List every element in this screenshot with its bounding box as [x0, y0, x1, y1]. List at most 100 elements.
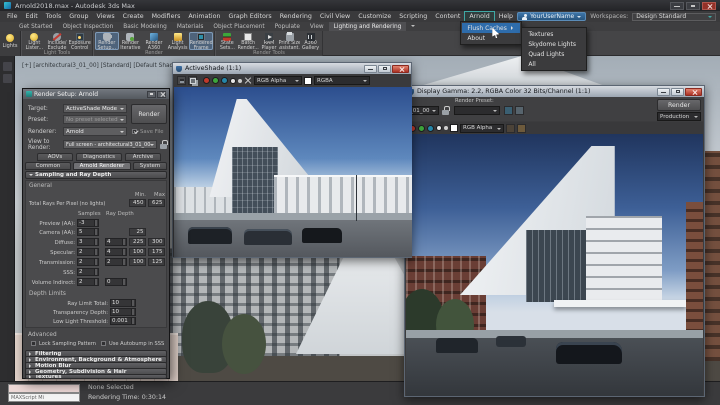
mono-channel-icon[interactable]: [230, 78, 236, 84]
menu-tools[interactable]: Tools: [42, 11, 66, 22]
rfw-preset-select[interactable]: [454, 106, 500, 115]
view-to-render-select[interactable]: Full screen - architectural3_01_00: [63, 140, 157, 149]
samples-spinner[interactable]: 2: [77, 248, 99, 256]
ribbon-tab-object-placement[interactable]: Object Placement: [208, 22, 269, 31]
ribbon-tab-lighting-rendering[interactable]: Lighting and Rendering: [329, 22, 407, 31]
batch-render-button[interactable]: Batch Render...: [238, 32, 259, 50]
ray-depth-spinner[interactable]: 2: [105, 258, 127, 266]
samples-spinner[interactable]: 3: [77, 238, 99, 246]
red-channel-icon[interactable]: [203, 77, 210, 84]
autobump-checkbox[interactable]: [101, 341, 106, 346]
copy-image-icon[interactable]: [517, 124, 526, 133]
blue-channel-icon[interactable]: [427, 125, 434, 132]
clone-image-icon[interactable]: [188, 76, 197, 85]
activeshade-maximize-button[interactable]: [378, 65, 391, 73]
app-minimize-button[interactable]: [670, 2, 684, 10]
left-toolbar-strip[interactable]: [0, 56, 15, 381]
ray-depth-spinner[interactable]: 4: [105, 238, 127, 246]
rollout-textures[interactable]: Textures: [25, 374, 167, 379]
menu-arnold[interactable]: Arnold Flush Caches About Textures Skydo…: [464, 11, 494, 22]
spinner-arrows-icon[interactable]: [94, 229, 97, 235]
render-iterative-button[interactable]: Render Iterative: [119, 32, 143, 50]
spinner-arrows-icon[interactable]: [94, 259, 97, 265]
transparency-depth-spinner[interactable]: 10: [110, 308, 136, 316]
maxscript-mini-listener[interactable]: MAXScript Mi: [8, 393, 80, 402]
rfw-render-button[interactable]: Render: [657, 99, 701, 111]
render-button[interactable]: Render: [131, 104, 167, 124]
spinner-arrows-icon[interactable]: [131, 309, 134, 315]
dialog-close-button[interactable]: [157, 91, 166, 98]
ribbon-tab-populate[interactable]: Populate: [270, 22, 305, 31]
save-image-icon[interactable]: [177, 76, 186, 85]
clear-icon[interactable]: [244, 77, 252, 85]
submenu-item-all[interactable]: All: [523, 59, 585, 69]
samples-spinner[interactable]: 2: [77, 278, 99, 286]
user-account-button[interactable]: YourUserName: [517, 12, 586, 21]
rfw-compare-icon[interactable]: [515, 106, 524, 115]
ray-limit-spinner[interactable]: 10: [110, 299, 136, 307]
app-maximize-button[interactable]: [686, 2, 700, 10]
menu-item-flush-caches[interactable]: Flush Caches: [462, 23, 520, 33]
spinner-arrows-icon[interactable]: [131, 318, 134, 324]
lock-icon[interactable]: [442, 106, 450, 115]
activeshade-close-button[interactable]: [392, 65, 409, 73]
menu-edit[interactable]: Edit: [22, 11, 42, 22]
rendered-frame-window-button[interactable]: Rendered Frame Window: [189, 32, 213, 50]
menu-file[interactable]: File: [3, 11, 22, 22]
alpha-channel-icon[interactable]: [238, 79, 242, 83]
tab-arnold-renderer[interactable]: Arnold Renderer: [73, 162, 131, 170]
lock-sampling-checkbox[interactable]: [31, 341, 36, 346]
state-sets-button[interactable]: State Sets...: [217, 32, 238, 50]
exposure-control-button[interactable]: Exposure Control: [68, 32, 91, 50]
lights-flyout-button[interactable]: Lights: [0, 31, 21, 56]
renderer-select[interactable]: Arnold: [63, 127, 127, 136]
spinner-arrows-icon[interactable]: [94, 269, 97, 275]
submenu-item-textures[interactable]: Textures: [523, 29, 585, 39]
menu-rendering[interactable]: Rendering: [276, 11, 316, 22]
menu-scripting[interactable]: Scripting: [395, 11, 431, 22]
title-bar[interactable]: Arnold2018.max - Autodesk 3ds Max: [0, 0, 720, 11]
submenu-item-quad-lights[interactable]: Quad Lights: [523, 49, 585, 59]
lock-view-icon[interactable]: [160, 140, 168, 149]
tab-archive[interactable]: Archive: [125, 153, 161, 161]
ray-depth-spinner[interactable]: 4: [105, 248, 127, 256]
menu-animation[interactable]: Animation: [184, 11, 224, 22]
menu-civil-view[interactable]: Civil View: [316, 11, 354, 22]
print-size-assistant-button[interactable]: Print Size Assistant...: [279, 32, 300, 50]
app-close-button[interactable]: [702, 2, 716, 10]
preset-select[interactable]: No preset selected: [63, 115, 127, 124]
spinner-arrows-icon[interactable]: [94, 249, 97, 255]
save-image-icon[interactable]: [506, 124, 515, 133]
rfw-snapshot-icon[interactable]: [504, 106, 513, 115]
activeshade-format-select[interactable]: RGBA: [314, 76, 370, 85]
spinner-arrows-icon[interactable]: [122, 259, 125, 265]
spinner-arrows-icon[interactable]: [131, 300, 134, 306]
samples-spinner[interactable]: 2: [77, 268, 99, 276]
rfw-minimize-button[interactable]: [657, 88, 670, 96]
mono-channel-icon[interactable]: [436, 125, 442, 131]
ribbon-expand-icon[interactable]: [406, 22, 420, 31]
blue-channel-icon[interactable]: [221, 77, 228, 84]
viewport-label[interactable]: [+] [architectural3_01_00] [Standard] [D…: [22, 63, 184, 69]
ray-depth-spinner[interactable]: 0: [105, 278, 127, 286]
ribbon-tab-basic-modeling[interactable]: Basic Modeling: [118, 22, 172, 31]
ribbon-tab-get-started[interactable]: Get Started: [14, 22, 58, 31]
dialog-maximize-button[interactable]: [147, 91, 156, 98]
strip-icon[interactable]: [3, 62, 12, 71]
menu-item-about[interactable]: About: [462, 33, 520, 43]
include-exclude-button[interactable]: Include/ Exclude: [46, 32, 69, 50]
spinner-arrows-icon[interactable]: [94, 220, 97, 226]
samples-spinner[interactable]: 5: [77, 228, 99, 236]
menu-views[interactable]: Views: [92, 11, 118, 22]
menu-group[interactable]: Group: [65, 11, 92, 22]
spinner-arrows-icon[interactable]: [122, 239, 125, 245]
rfw-mode-select[interactable]: Production: [657, 112, 701, 121]
spinner-arrows-icon[interactable]: [94, 279, 97, 285]
rfw-close-button[interactable]: [685, 88, 702, 96]
menu-modifiers[interactable]: Modifiers: [148, 11, 185, 22]
rfw-channel-select[interactable]: RGB Alpha: [460, 124, 504, 133]
ribbon-tab-object-inspection[interactable]: Object Inspection: [58, 22, 119, 31]
light-analysis-button[interactable]: Light Analysis: [166, 32, 190, 50]
target-select[interactable]: ActiveShade Mode: [63, 104, 127, 113]
render-setup-title-bar[interactable]: Render Setup: Arnold: [23, 89, 169, 99]
